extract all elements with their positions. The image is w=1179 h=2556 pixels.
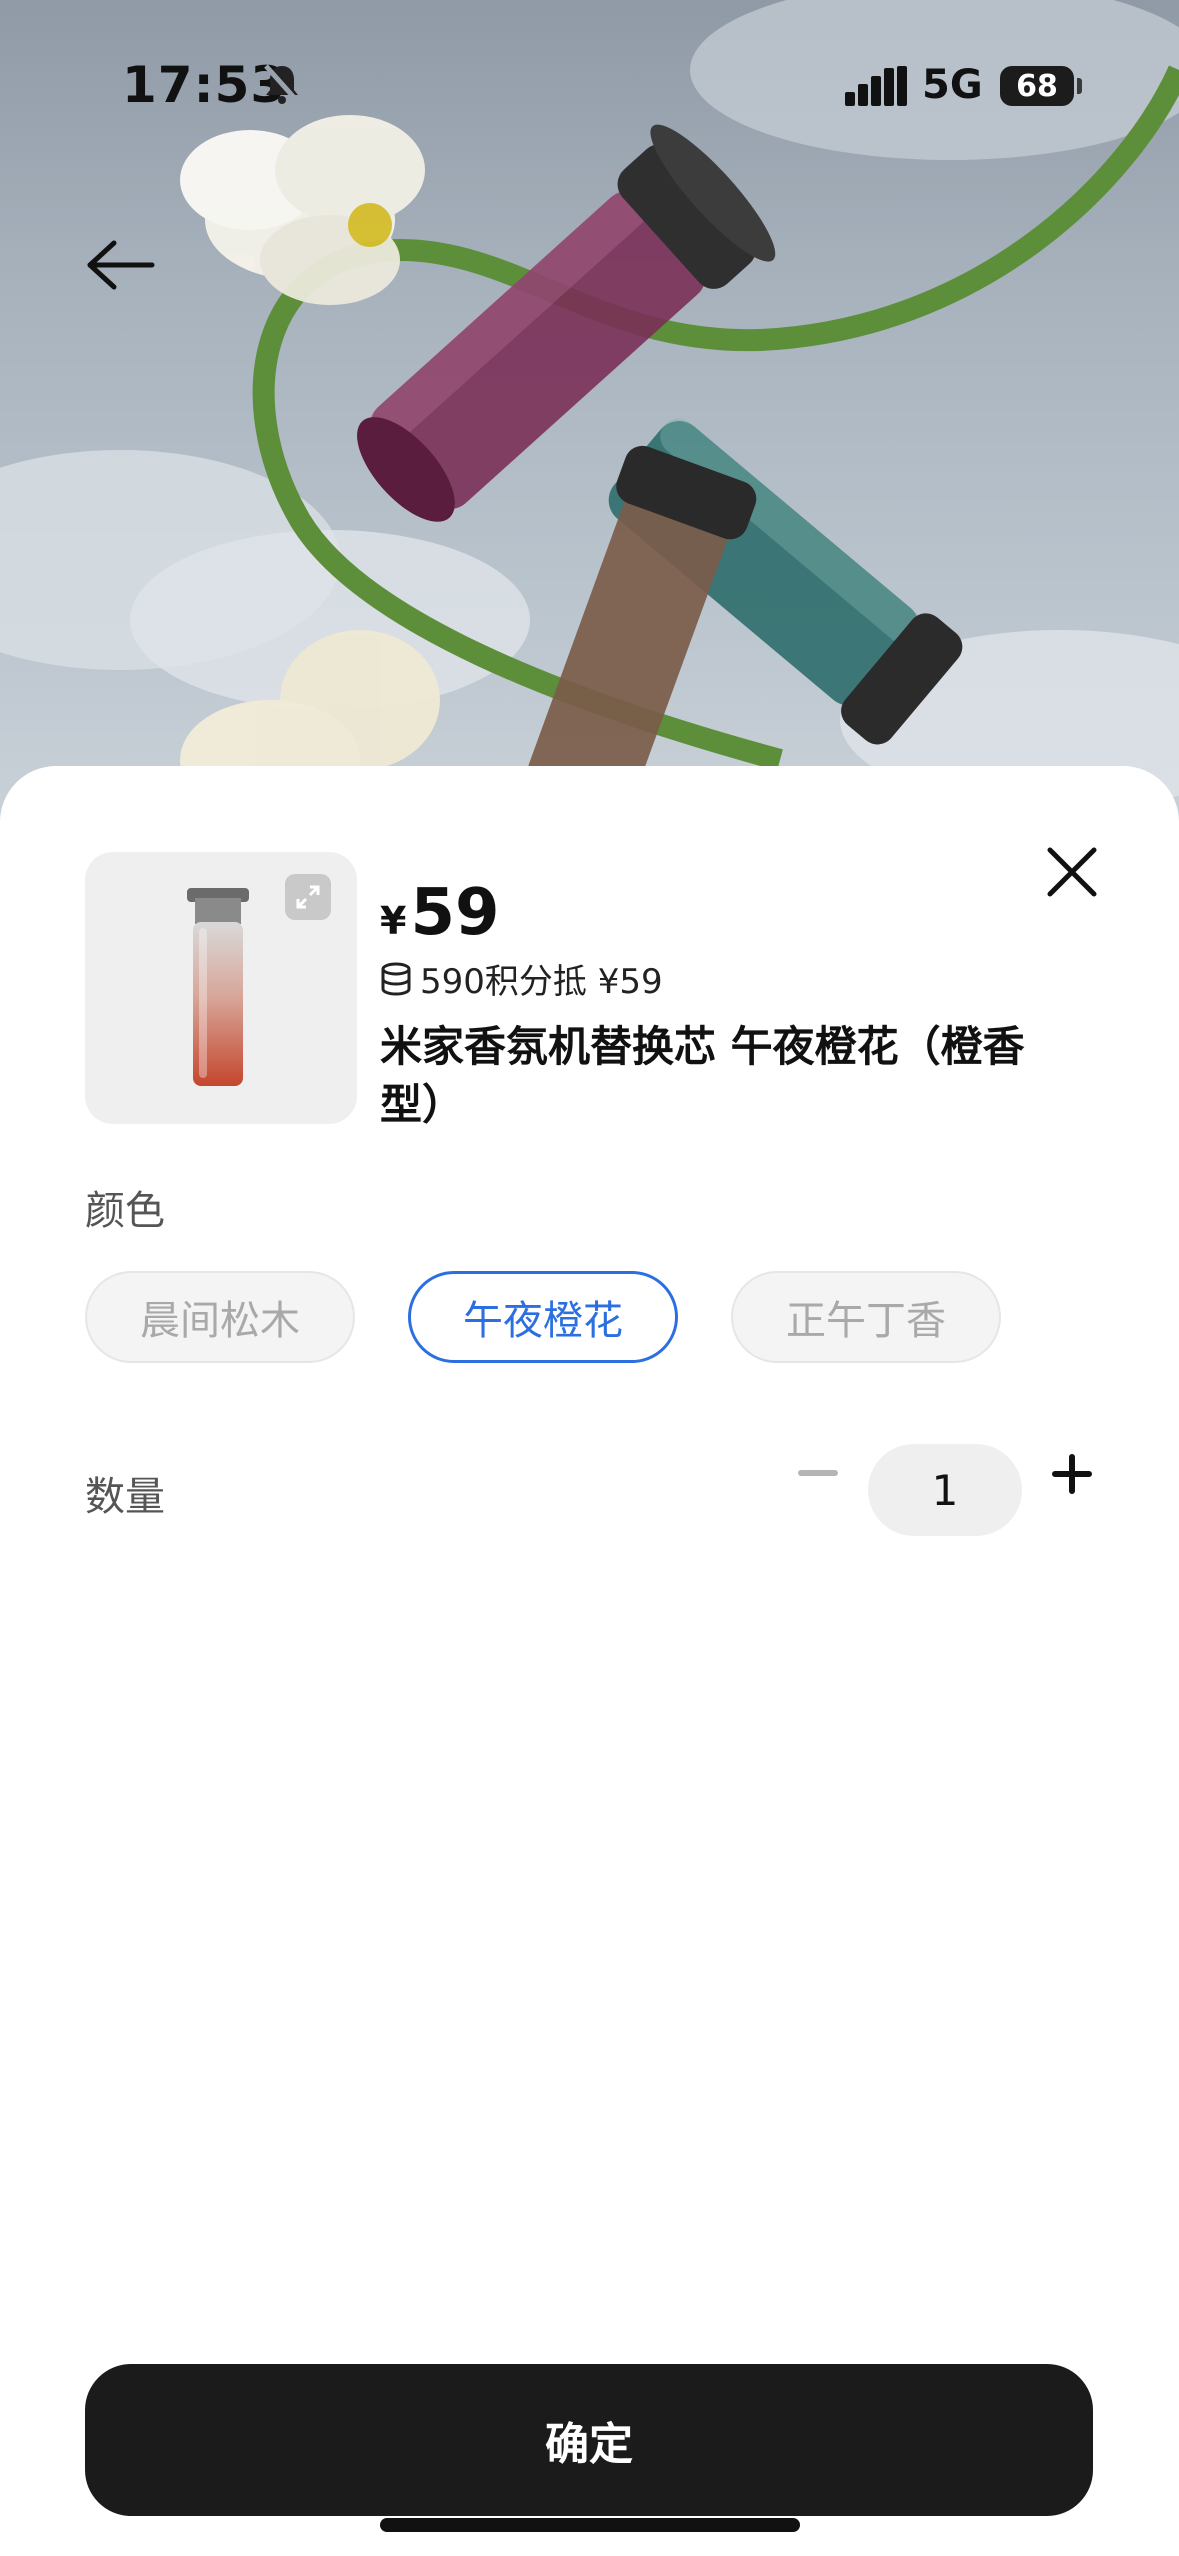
color-option-label: 正午丁香 xyxy=(786,1298,946,1344)
signal-bars-icon xyxy=(845,66,907,106)
sku-selector-sheet: ¥ 59 590积分抵 ¥59 米家香氛机替换芯 午夜橙花（橙香型） 颜色 晨间… xyxy=(0,766,1179,2556)
battery-icon: 68 xyxy=(1000,66,1074,106)
color-option-label: 晨间松木 xyxy=(140,1298,300,1344)
plus-icon xyxy=(1052,1454,1092,1494)
product-thumbnail[interactable] xyxy=(85,852,357,1124)
product-title: 米家香氛机替换芯 午夜橙花（橙香型） xyxy=(380,1022,1025,1129)
color-option-morning-pine[interactable]: 晨间松木 xyxy=(85,1271,355,1363)
expand-image-button[interactable] xyxy=(285,874,331,920)
battery-cap xyxy=(1077,78,1082,94)
minus-icon xyxy=(798,1470,838,1476)
points-text: 590积分抵 ¥59 xyxy=(420,962,663,1002)
close-button[interactable] xyxy=(1040,840,1104,904)
coins-icon xyxy=(381,962,411,996)
quantity-value[interactable]: 1 xyxy=(868,1444,1022,1536)
increase-quantity-button[interactable] xyxy=(1044,1446,1100,1502)
close-icon xyxy=(1047,847,1097,897)
confirm-button[interactable]: 确定 xyxy=(85,2364,1093,2516)
color-option-noon-lilac[interactable]: 正午丁香 xyxy=(731,1271,1001,1363)
price-value: 59 xyxy=(410,876,500,950)
bell-slash-icon xyxy=(264,64,300,104)
arrow-left-icon xyxy=(87,240,155,290)
status-bar: 17:53 5G 68 xyxy=(0,0,1179,160)
points-deduction: 590积分抵 ¥59 xyxy=(380,954,663,1003)
color-section-label: 颜色 xyxy=(85,1188,165,1234)
back-button[interactable] xyxy=(80,230,160,300)
price: ¥ 59 xyxy=(380,876,500,950)
battery-level: 68 xyxy=(1016,68,1058,104)
product-image xyxy=(187,888,249,1086)
expand-icon xyxy=(296,885,320,909)
price-currency: ¥ xyxy=(380,899,407,943)
decrease-quantity-button[interactable] xyxy=(790,1446,846,1502)
quantity-section-label: 数量 xyxy=(85,1474,165,1520)
network-label: 5G xyxy=(922,62,983,108)
color-option-midnight-orange-blossom[interactable]: 午夜橙花 xyxy=(408,1271,678,1363)
color-option-label: 午夜橙花 xyxy=(463,1298,623,1344)
home-indicator xyxy=(380,2518,800,2532)
